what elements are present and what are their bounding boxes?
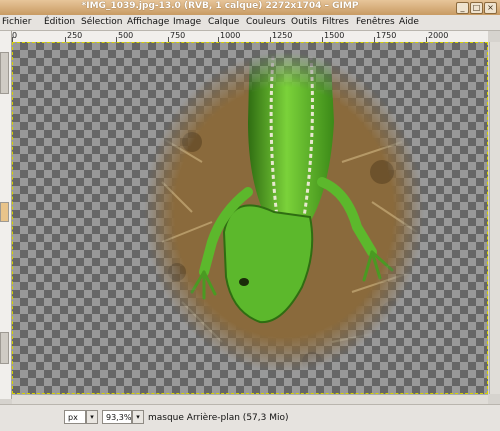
ruler-label: 750	[170, 31, 186, 40]
menu-bar: Fichier Édition Sélection Affichage Imag…	[0, 15, 500, 31]
vertical-scrollbar[interactable]	[489, 42, 500, 394]
menu-fenetres[interactable]: Fenêtres	[356, 17, 395, 27]
unit-select[interactable]: px	[64, 410, 86, 424]
image-canvas[interactable]	[12, 42, 488, 394]
menu-aide[interactable]: Aide	[399, 17, 419, 27]
maximize-button[interactable]: □	[470, 2, 483, 14]
lizard-image	[12, 42, 488, 394]
menu-selection[interactable]: Sélection	[81, 17, 122, 27]
left-dock-strip	[0, 42, 11, 394]
menu-image[interactable]: Image	[173, 17, 201, 27]
title-bar: *IMG_1039.jpg-13.0 (RVB, 1 calque) 2272x…	[0, 0, 500, 16]
horizontal-scrollbar[interactable]	[12, 394, 488, 404]
ruler-label: 2000	[428, 31, 449, 40]
menu-affichage[interactable]: Affichage	[127, 17, 169, 27]
dock-tab-active[interactable]	[0, 202, 9, 222]
menu-edition[interactable]: Édition	[44, 17, 75, 27]
menu-filtres[interactable]: Filtres	[322, 17, 349, 27]
ruler-label: 1500	[324, 31, 345, 40]
menu-fichier[interactable]: Fichier	[2, 17, 31, 27]
ruler-label: 1250	[272, 31, 293, 40]
ruler-label: 250	[67, 31, 83, 40]
dock-tab[interactable]	[0, 52, 9, 94]
status-message: masque Arrière-plan (57,3 Mio)	[148, 413, 289, 423]
dock-tab[interactable]	[0, 332, 9, 364]
menu-outils[interactable]: Outils	[291, 17, 317, 27]
menu-couleurs[interactable]: Couleurs	[246, 17, 286, 27]
ruler-label: 1000	[220, 31, 241, 40]
zoom-select[interactable]: 93,3%	[102, 410, 132, 424]
zoom-dropdown-icon[interactable]: ▾	[132, 410, 144, 424]
menu-calque[interactable]: Calque	[208, 17, 239, 27]
window-title: *IMG_1039.jpg-13.0 (RVB, 1 calque) 2272x…	[81, 1, 359, 11]
status-bar: px ▾ 93,3% ▾ masque Arrière-plan (57,3 M…	[0, 404, 500, 431]
ruler-label: 500	[118, 31, 134, 40]
minimize-button[interactable]: _	[456, 2, 469, 14]
close-button[interactable]: ×	[484, 2, 497, 14]
unit-dropdown-icon[interactable]: ▾	[86, 410, 98, 424]
ruler-label: 1750	[376, 31, 397, 40]
